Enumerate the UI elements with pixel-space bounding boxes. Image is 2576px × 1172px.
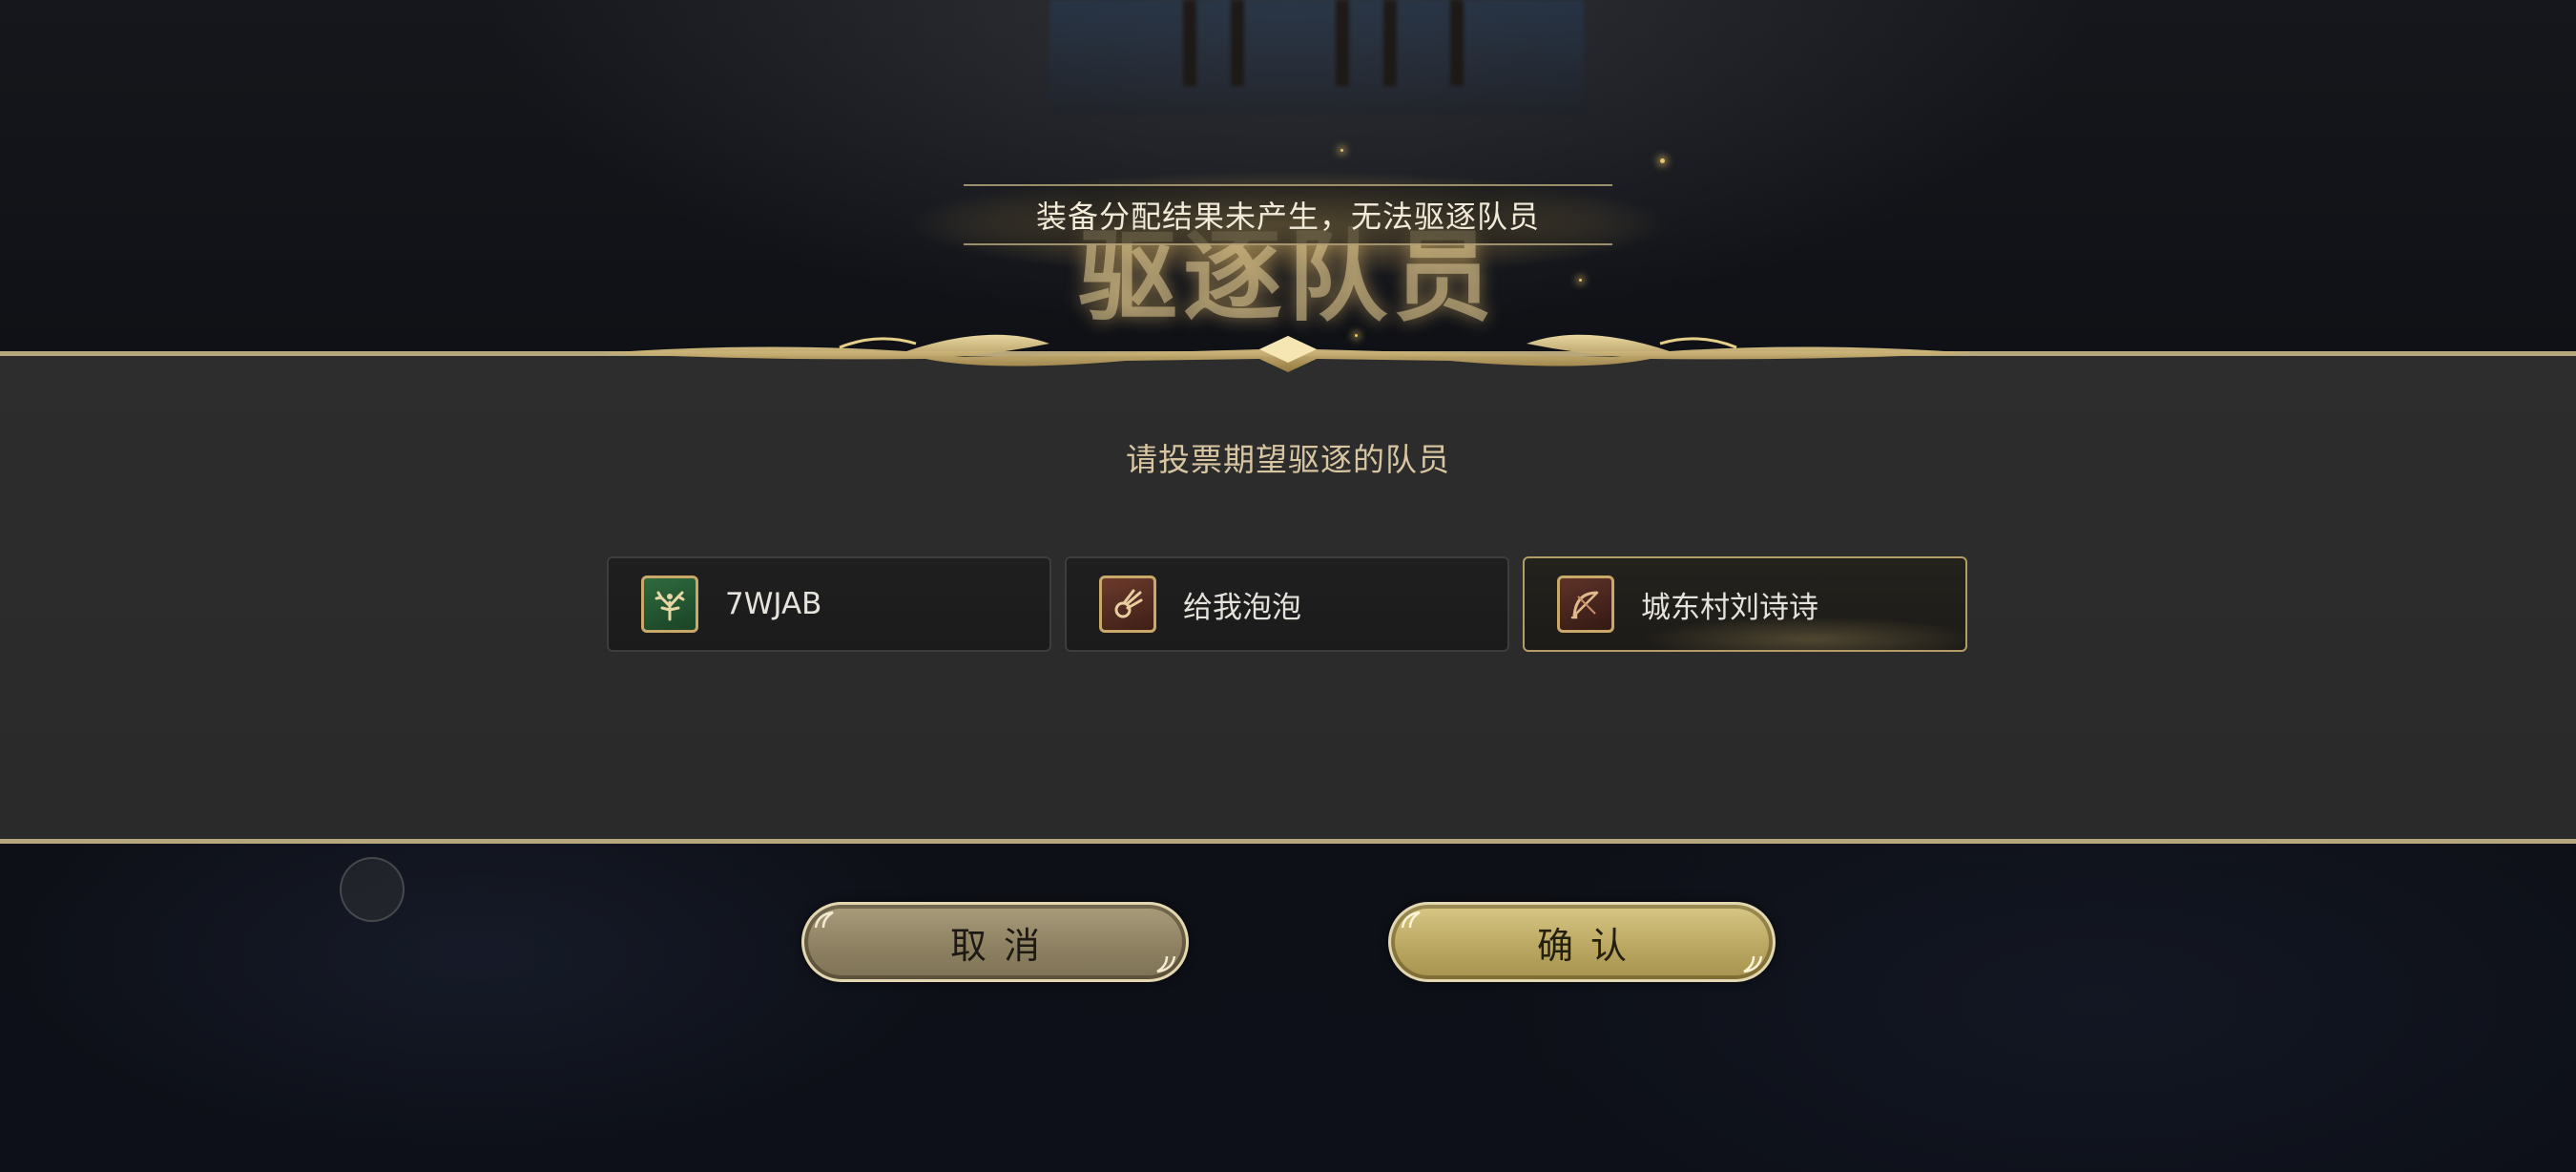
fireball-class-icon — [1099, 576, 1156, 633]
vote-kick-screen: 驱逐队员 装备分配结果未产生，无法驱逐队员 请投票期望驱逐的队员 7WJAB 给… — [0, 0, 2576, 1172]
virtual-joystick[interactable] — [340, 857, 405, 922]
tree-class-icon — [641, 576, 698, 633]
player-card-selected[interactable]: 城东村刘诗诗 — [1523, 556, 1967, 652]
corner-ornament-icon — [814, 910, 834, 929]
ember-particle — [1579, 279, 1582, 282]
confirm-label: 确认 — [1536, 924, 1644, 967]
cancel-button[interactable]: 取消 — [801, 902, 1189, 982]
vote-prompt: 请投票期望驱逐的队员 — [1126, 441, 1450, 478]
ember-particle — [1660, 158, 1665, 163]
background-scene — [1049, 0, 1584, 115]
bow-class-icon — [1557, 576, 1614, 633]
player-card[interactable]: 7WJAB — [607, 556, 1051, 652]
notice-text: 装备分配结果未产生，无法驱逐队员 — [1035, 199, 1540, 235]
corner-ornament-icon — [1743, 955, 1763, 973]
player-name: 7WJAB — [725, 587, 822, 621]
corner-ornament-icon — [1156, 955, 1176, 973]
vote-panel: 请投票期望驱逐的队员 7WJAB 给我泡泡 城东村刘诗诗 — [0, 351, 2576, 844]
cancel-label: 取消 — [949, 924, 1057, 967]
player-list: 7WJAB 给我泡泡 城东村刘诗诗 — [607, 556, 1967, 652]
player-card[interactable]: 给我泡泡 — [1065, 556, 1509, 652]
ember-particle — [1340, 149, 1343, 152]
player-name: 城东村刘诗诗 — [1641, 590, 1818, 625]
player-name: 给我泡泡 — [1183, 590, 1301, 625]
gold-filigree-ornament — [601, 334, 1975, 372]
notice-banner: 装备分配结果未产生，无法驱逐队员 — [964, 184, 1612, 245]
confirm-button[interactable]: 确认 — [1388, 902, 1776, 982]
corner-ornament-icon — [1401, 910, 1421, 929]
